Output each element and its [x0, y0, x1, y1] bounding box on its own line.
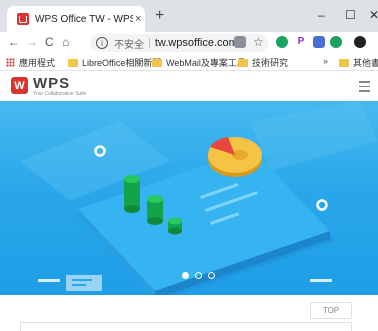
- bookmark-label: 應用程式: [19, 58, 56, 68]
- carousel-dot-2[interactable]: [195, 272, 202, 279]
- bookmark-label: WebMail及專案工具: [166, 58, 246, 68]
- home-icon[interactable]: ⌂: [62, 35, 69, 49]
- info-icon[interactable]: i: [96, 37, 108, 49]
- translate-icon[interactable]: [234, 36, 246, 48]
- bookmark-webmail[interactable]: WebMail及專案工具: [152, 56, 246, 69]
- url-text[interactable]: tw.wpsoffice.com: [155, 37, 238, 49]
- close-window-button[interactable]: ✕: [369, 8, 378, 22]
- folder-icon: [152, 58, 162, 67]
- bookmarks-bar: 應用程式 LibreOffice相關新聞 WebMail及專案工具 技術研究 »…: [0, 54, 378, 71]
- reload-icon[interactable]: C: [45, 35, 54, 49]
- wps-favicon-icon: [17, 13, 29, 25]
- omnibox-separator: |: [148, 37, 151, 49]
- bookmark-apps[interactable]: 應用程式: [6, 56, 55, 69]
- tab-title: WPS Office TW - WPS Office: [35, 13, 133, 25]
- wps-logo-text[interactable]: WPS: [33, 75, 70, 92]
- star-icon[interactable]: ☆: [253, 35, 264, 49]
- folder-icon: [339, 58, 349, 67]
- minimize-button[interactable]: –: [318, 8, 325, 22]
- extension-grid-icon[interactable]: [313, 36, 325, 48]
- new-tab-button[interactable]: +: [155, 8, 164, 24]
- hamburger-menu-icon[interactable]: [359, 81, 370, 95]
- bookmark-label: LibreOffice相關新聞: [82, 58, 162, 68]
- carousel-dots: [182, 272, 221, 279]
- bookmarks-overflow[interactable]: »: [323, 56, 328, 66]
- wps-logo-tagline: Your Collaborative Suite: [33, 91, 87, 97]
- wps-logo-icon[interactable]: W: [11, 77, 28, 94]
- extension-p-icon[interactable]: P: [295, 36, 307, 48]
- carousel-dot-1[interactable]: [182, 272, 189, 279]
- security-label: 不安全: [114, 39, 144, 51]
- bookmark-label: 技術研究: [252, 58, 289, 68]
- extension-green-icon[interactable]: [276, 36, 288, 48]
- browser-toolbar: ← → C ⌂ i 不安全 | tw.wpsoffice.com ☆ P: [0, 32, 378, 54]
- bookmark-libreoffice[interactable]: LibreOffice相關新聞: [68, 56, 161, 69]
- back-icon[interactable]: ←: [8, 35, 20, 49]
- site-header: W WPS Your Collaborative Suite: [0, 71, 378, 102]
- hero-illustration: [20, 101, 378, 295]
- carousel-dot-3[interactable]: [208, 272, 215, 279]
- folder-icon: [68, 58, 78, 67]
- forward-icon[interactable]: →: [26, 35, 38, 49]
- tab-strip: WPS Office TW - WPS Office × + – ☐ ✕: [0, 0, 378, 32]
- extension-chat-icon[interactable]: [330, 36, 342, 48]
- bookmark-tech[interactable]: 技術研究: [238, 56, 288, 69]
- maximize-button[interactable]: ☐: [345, 8, 356, 22]
- bookmark-other[interactable]: 其他書籤: [339, 56, 378, 69]
- browser-tab[interactable]: WPS Office TW - WPS Office ×: [7, 6, 145, 32]
- profile-avatar[interactable]: [354, 36, 366, 48]
- tab-close-icon[interactable]: ×: [135, 13, 141, 25]
- hero-banner[interactable]: [0, 101, 378, 295]
- back-to-top-button[interactable]: TOP: [310, 302, 352, 319]
- apps-grid-icon: [6, 58, 15, 67]
- bookmark-label: 其他書籤: [353, 58, 378, 68]
- folder-icon: [238, 58, 248, 67]
